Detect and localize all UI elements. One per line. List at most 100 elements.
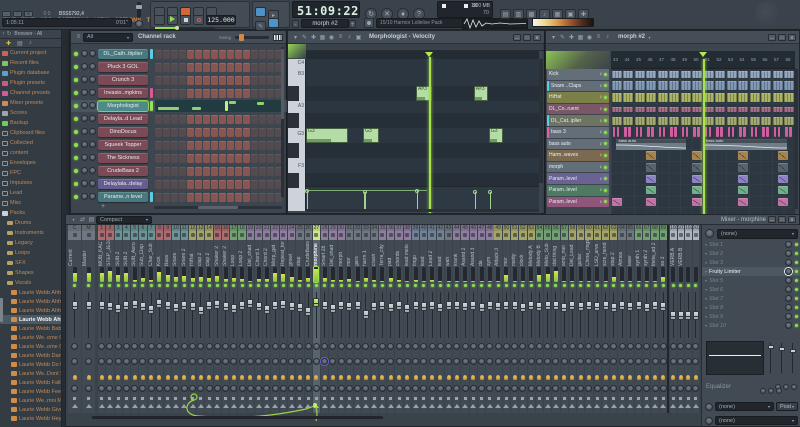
note-icon[interactable]: ♪ [603,34,612,41]
browser-item-packs[interactable]: Packs [0,208,61,218]
fx-enable-lamp[interactable] [463,375,468,380]
stereo-sep-knob[interactable] [255,343,263,350]
channel-volume-knob[interactable] [89,141,96,148]
strip-fader[interactable] [148,290,155,340]
send-knob[interactable] [519,385,527,392]
step-cell[interactable] [243,127,250,137]
strip-mute-led[interactable] [612,284,616,287]
pattern-clip[interactable] [772,81,783,91]
mixer-strip-10[interactable]: 10 Snare [172,225,180,413]
browser-refresh-icon[interactable]: ↻ [7,31,12,37]
send-knob[interactable] [461,385,469,392]
send-knob[interactable] [155,385,163,392]
pan-knob[interactable] [205,358,213,365]
step-cell[interactable] [259,49,266,59]
strip-fader[interactable] [651,290,659,340]
step-cell[interactable] [203,75,210,85]
stereo-sep-knob[interactable] [296,343,304,350]
strip-mute-led[interactable] [281,284,285,287]
channel-button[interactable]: Squeek Topper [98,140,148,150]
pan-knob[interactable] [502,358,510,365]
strip-mute-led[interactable] [331,284,335,287]
eq-band-slider[interactable] [792,343,793,373]
pattern-clip[interactable] [692,93,703,102]
playlist-playhead-marker[interactable] [699,52,707,57]
fx-enable-lamp[interactable] [240,375,245,380]
strip-fader[interactable] [602,290,609,340]
fader-handle[interactable] [296,303,303,313]
strip-mute-led[interactable] [671,284,675,287]
step-cell[interactable] [243,179,250,189]
step-cell[interactable] [259,166,266,176]
stereo-sep-knob[interactable] [428,343,436,350]
playlist-icon[interactable]: ▤ [500,9,511,19]
fx-slot-3[interactable]: ▾ Slot 3 [702,258,800,267]
automation-clip[interactable] [692,197,703,206]
strip-fader[interactable] [181,290,188,340]
fader-handle[interactable] [486,301,493,311]
step-cell[interactable] [267,75,274,85]
fx-slot-led[interactable] [795,261,798,264]
pattern-clip[interactable] [772,116,783,125]
pan-knob[interactable] [164,358,172,365]
pattern-clip[interactable] [762,127,765,138]
strip-fader[interactable] [437,290,444,340]
step-cell[interactable] [195,62,202,72]
mixer-strip-17[interactable]: 17 Loop [230,225,238,413]
mixer-strip-22[interactable]: 22 Morp_gat [271,225,279,413]
pattern-clip[interactable] [697,127,700,138]
automation-clip[interactable] [646,162,657,172]
channel-enable-led[interactable] [74,91,78,95]
step-cell[interactable] [211,62,218,72]
strip-fader[interactable] [453,290,460,340]
fx-enable-lamp[interactable] [479,375,484,380]
fx-enable-lamp[interactable] [198,375,203,380]
mixer-strip-64[interactable]: 64 Atmos [618,225,626,413]
step-cell[interactable] [195,166,202,176]
step-cell[interactable] [171,179,178,189]
playlist-track-header[interactable]: DL_Co..ruent ♪ [547,103,609,115]
strip-mute-led[interactable] [521,284,525,287]
stereo-sep-knob[interactable] [436,343,444,350]
step-cell[interactable] [251,88,258,98]
fader-handle[interactable] [635,301,642,311]
fx-slot-knob[interactable] [785,250,792,257]
fader-handle[interactable] [338,301,345,311]
pan-knob[interactable] [271,358,279,365]
channel-enable-led[interactable] [74,130,78,134]
step-cell[interactable] [163,114,170,124]
stereo-sep-knob[interactable] [197,343,205,350]
pattern-clip[interactable] [662,127,665,138]
browser-header[interactable]: Browser - All [14,31,42,37]
fx-enable-lamp[interactable] [256,375,261,380]
send-knob[interactable] [684,385,692,392]
fx-enable-lamp[interactable] [413,375,418,380]
channel-pan-knob[interactable] [81,89,88,96]
stereo-sep-knob[interactable] [329,343,337,350]
pencil-icon[interactable]: ✎ [300,34,309,41]
browser-add-icon[interactable]: ✚ [6,40,11,47]
step-cell[interactable] [187,88,194,98]
pan-knob[interactable] [461,358,469,365]
pattern-clip[interactable] [634,93,645,102]
browser-item-backup[interactable]: Backup [0,118,61,128]
pattern-clip[interactable] [681,127,684,138]
step-cell[interactable] [179,127,186,137]
send-knob[interactable] [296,385,304,392]
midi-note[interactable]: G3 [306,128,348,143]
pattern-clip[interactable] [623,116,634,125]
eq-band-handle[interactable] [778,347,785,351]
step-cell[interactable] [235,127,242,137]
pan-knob[interactable] [436,358,444,365]
send-knob[interactable] [304,385,312,392]
pan-knob[interactable] [304,358,312,365]
step-cell[interactable] [155,49,162,59]
strip-mute-led[interactable] [273,284,277,287]
stereo-sep-knob[interactable] [535,343,543,350]
step-cell[interactable] [259,88,266,98]
pattern-clip[interactable] [750,127,753,138]
strip-mute-led[interactable] [87,284,90,287]
browser-item-plugin-database[interactable]: Plugin database [0,68,61,78]
fader-handle[interactable] [354,300,361,310]
mixer-strip-25[interactable]: 25 stap [296,225,304,413]
